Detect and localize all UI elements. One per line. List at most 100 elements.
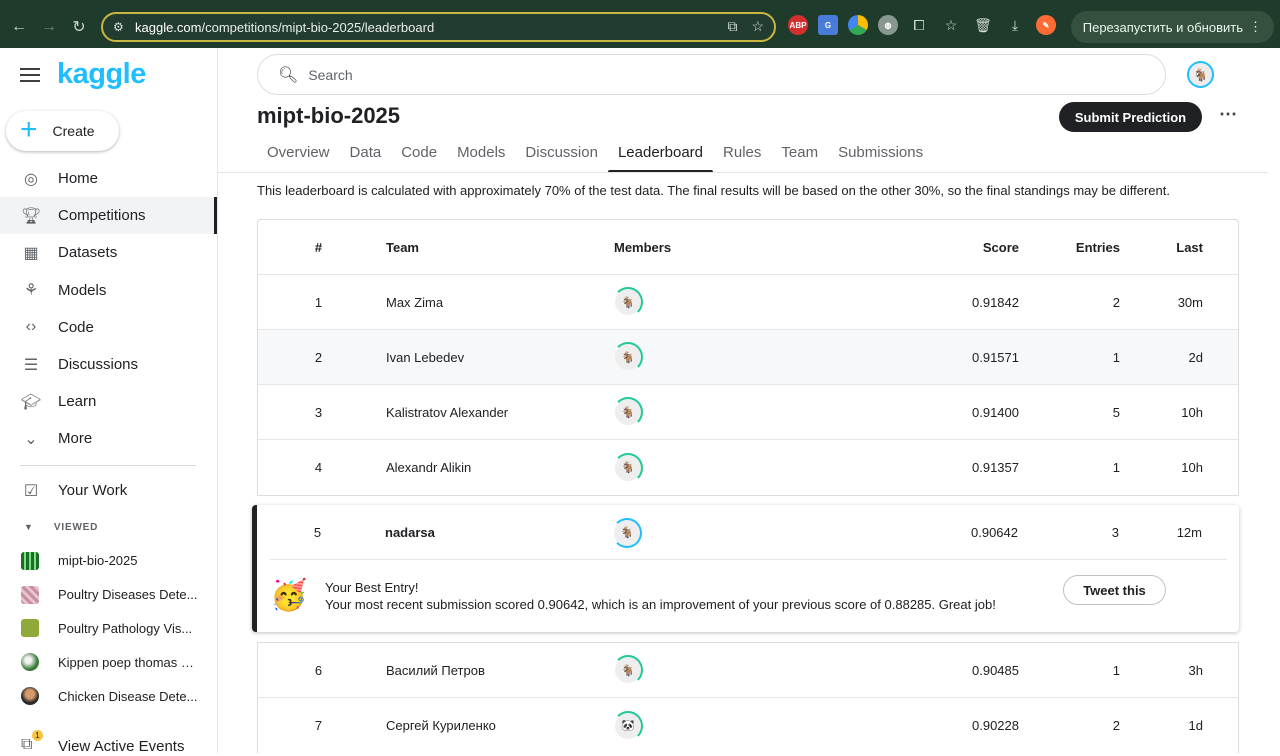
rank-cell: 2	[314, 349, 323, 365]
user-avatar[interactable]: 🐐	[1187, 61, 1214, 88]
sidebar-item-label: More	[58, 430, 93, 448]
url-host: kaggle.com	[135, 19, 202, 35]
site-settings-icon[interactable]: ⚙	[113, 20, 133, 34]
tweet-button[interactable]: Tweet this	[1063, 575, 1166, 605]
translate-icon[interactable]: G	[818, 15, 838, 35]
search-input[interactable]: 🔍︎ Search	[257, 54, 1166, 95]
tab-overview[interactable]: Overview	[257, 140, 340, 173]
tab-models[interactable]: Models	[447, 140, 515, 173]
star-icon[interactable]: ☆	[940, 15, 962, 35]
viewed-item[interactable]: Poultry Diseases Dete...	[0, 578, 217, 612]
last-cell: 10h	[1181, 460, 1203, 475]
bookmark-star-icon[interactable]: ☆	[751, 18, 764, 35]
kaggle-logo[interactable]: kaggle	[57, 58, 146, 91]
table-row[interactable]: 4 Alexandr Alikin 🐐 0.91357 1 10h	[258, 440, 1238, 495]
team-cell: Alexandr Alikin	[386, 460, 472, 475]
address-bar[interactable]: ⚙ kaggle.com/competitions/mipt-bio-2025/…	[101, 12, 776, 42]
score-cell: 0.91571	[972, 349, 1019, 365]
member-avatar[interactable]: 🐐	[613, 397, 643, 427]
events-icon: ⧉ 1	[21, 730, 43, 756]
install-icon[interactable]: ⧉	[727, 18, 737, 35]
table-row[interactable]: 2 Ivan Lebedev 🐐 0.91571 1 2d	[258, 330, 1238, 385]
globe-icon[interactable]: ◍	[878, 15, 898, 35]
sidebar-item-your-work[interactable]: ☑ Your Work	[0, 472, 217, 509]
tab-submissions[interactable]: Submissions	[828, 140, 933, 173]
restart-label: Перезапустить и обновить	[1082, 19, 1243, 35]
extensions-row: ABP G ◍ ⧠ ☆ 🗑 ⤓ ✎	[788, 15, 1056, 35]
more-options-icon[interactable]: ⋯	[1218, 105, 1238, 126]
adblock-icon[interactable]: ABP	[788, 15, 808, 35]
url-text[interactable]: kaggle.com/competitions/mipt-bio-2025/le…	[135, 20, 434, 35]
chrome-ext-icon[interactable]	[848, 15, 868, 35]
tab-discussion[interactable]: Discussion	[515, 140, 608, 173]
entries-cell: 1	[1112, 349, 1120, 365]
chat-icon: ☰	[23, 356, 39, 374]
viewed-item[interactable]: mipt-bio-2025	[0, 544, 217, 578]
download-icon[interactable]: ⤓	[1004, 15, 1026, 35]
last-cell: 1d	[1188, 718, 1203, 733]
member-avatar[interactable]: 🐐	[613, 655, 643, 685]
viewed-item-label: Poultry Pathology Vis...	[58, 620, 193, 636]
view-active-events-link[interactable]: ⧉ 1 View Active Events	[0, 730, 184, 756]
viewed-item-label: Poultry Diseases Dete...	[58, 587, 198, 603]
table-row[interactable]: 6 Василий Петров 🐐 0.90485 1 3h	[258, 643, 1238, 698]
rank-cell: 4	[314, 460, 323, 475]
sidebar-item-competitions[interactable]: 🏆︎ Competitions	[0, 197, 217, 235]
submit-prediction-button[interactable]: Submit Prediction	[1059, 102, 1202, 132]
hamburger-menu-icon[interactable]	[20, 68, 40, 82]
back-icon[interactable]: ←	[4, 12, 34, 42]
reload-icon[interactable]: ↻	[64, 12, 94, 42]
table-row[interactable]: 1 Max Zima 🐐 0.91842 2 30m	[258, 275, 1238, 330]
viewed-item[interactable]: Poultry Pathology Vis...	[0, 612, 217, 646]
viewed-item[interactable]: Chicken Disease Dete...	[0, 679, 217, 713]
forward-icon[interactable]: →	[34, 12, 64, 42]
last-cell: 10h	[1181, 404, 1203, 420]
code-icon: ‹›	[25, 318, 37, 336]
restart-update-button[interactable]: Перезапустить и обновить ⋮	[1070, 11, 1274, 43]
col-last-header[interactable]: Last	[1120, 240, 1203, 255]
search-placeholder: Search	[308, 66, 353, 83]
tab-team[interactable]: Team	[771, 140, 828, 173]
col-team-header[interactable]: Team	[379, 240, 614, 255]
member-avatar[interactable]: 🐼	[613, 710, 643, 741]
rank-cell: 7	[314, 718, 323, 733]
events-badge: 1	[32, 730, 43, 741]
col-score-header[interactable]: Score	[914, 240, 1019, 255]
sidebar-item-more[interactable]: ⌄ More	[0, 420, 217, 457]
puzzle-icon[interactable]: ⧠	[908, 15, 930, 35]
sidebar-item-code[interactable]: ‹› Code	[0, 309, 217, 346]
dataset-thumbnail	[21, 619, 39, 638]
tabs-divider	[218, 172, 1268, 173]
table-row[interactable]: 7 Сергей Куриленко 🐼 0.90228 2 1d	[258, 698, 1238, 753]
viewed-item[interactable]: Kippen poep thomas b...	[0, 645, 217, 679]
sidebar-item-learn[interactable]: 🎓︎ Learn	[0, 383, 217, 420]
score-cell: 0.91842	[972, 294, 1019, 310]
clipboard-icon: ☑	[23, 482, 39, 500]
card-divider	[270, 559, 1227, 560]
score-cell: 0.90228	[972, 718, 1019, 733]
member-avatar[interactable]: 🐐	[613, 287, 643, 317]
viewed-section-toggle[interactable]: ▼ VIEWED	[0, 517, 98, 537]
member-avatar[interactable]: 🐐	[613, 452, 643, 483]
dataset-thumbnail	[21, 585, 39, 604]
sidebar-item-label: Learn	[58, 393, 97, 411]
table-header-row: # Team Members Score Entries Last	[258, 220, 1238, 275]
tab-code[interactable]: Code	[391, 140, 447, 173]
sidebar-item-datasets[interactable]: ▦ Datasets	[0, 234, 217, 271]
member-avatar[interactable]: 🐐	[613, 342, 643, 372]
team-cell: Сергей Куриленко	[386, 718, 496, 733]
tab-data[interactable]: Data	[340, 140, 392, 173]
table-row[interactable]: 3 Kalistratov Alexander 🐐 0.91400 5 10h	[258, 385, 1238, 440]
profile-ext-icon[interactable]: ✎	[1036, 15, 1056, 35]
member-avatar[interactable]: 🐐	[612, 517, 642, 548]
sidebar-item-home[interactable]: ◎ Home	[0, 160, 217, 197]
tab-rules[interactable]: Rules	[713, 140, 771, 173]
create-button[interactable]: + Create	[6, 111, 119, 151]
col-rank-header[interactable]: #	[258, 240, 379, 255]
tab-leaderboard[interactable]: Leaderboard	[607, 140, 714, 173]
sidebar-item-discussions[interactable]: ☰ Discussions	[0, 346, 217, 383]
my-team-row[interactable]: 5 nadarsa 🐐 0.90642 3 12m	[257, 505, 1239, 560]
trash-icon[interactable]: 🗑	[972, 15, 994, 35]
sidebar-item-models[interactable]: ⚘ Models	[0, 272, 217, 309]
col-entries-header[interactable]: Entries	[1019, 240, 1120, 255]
